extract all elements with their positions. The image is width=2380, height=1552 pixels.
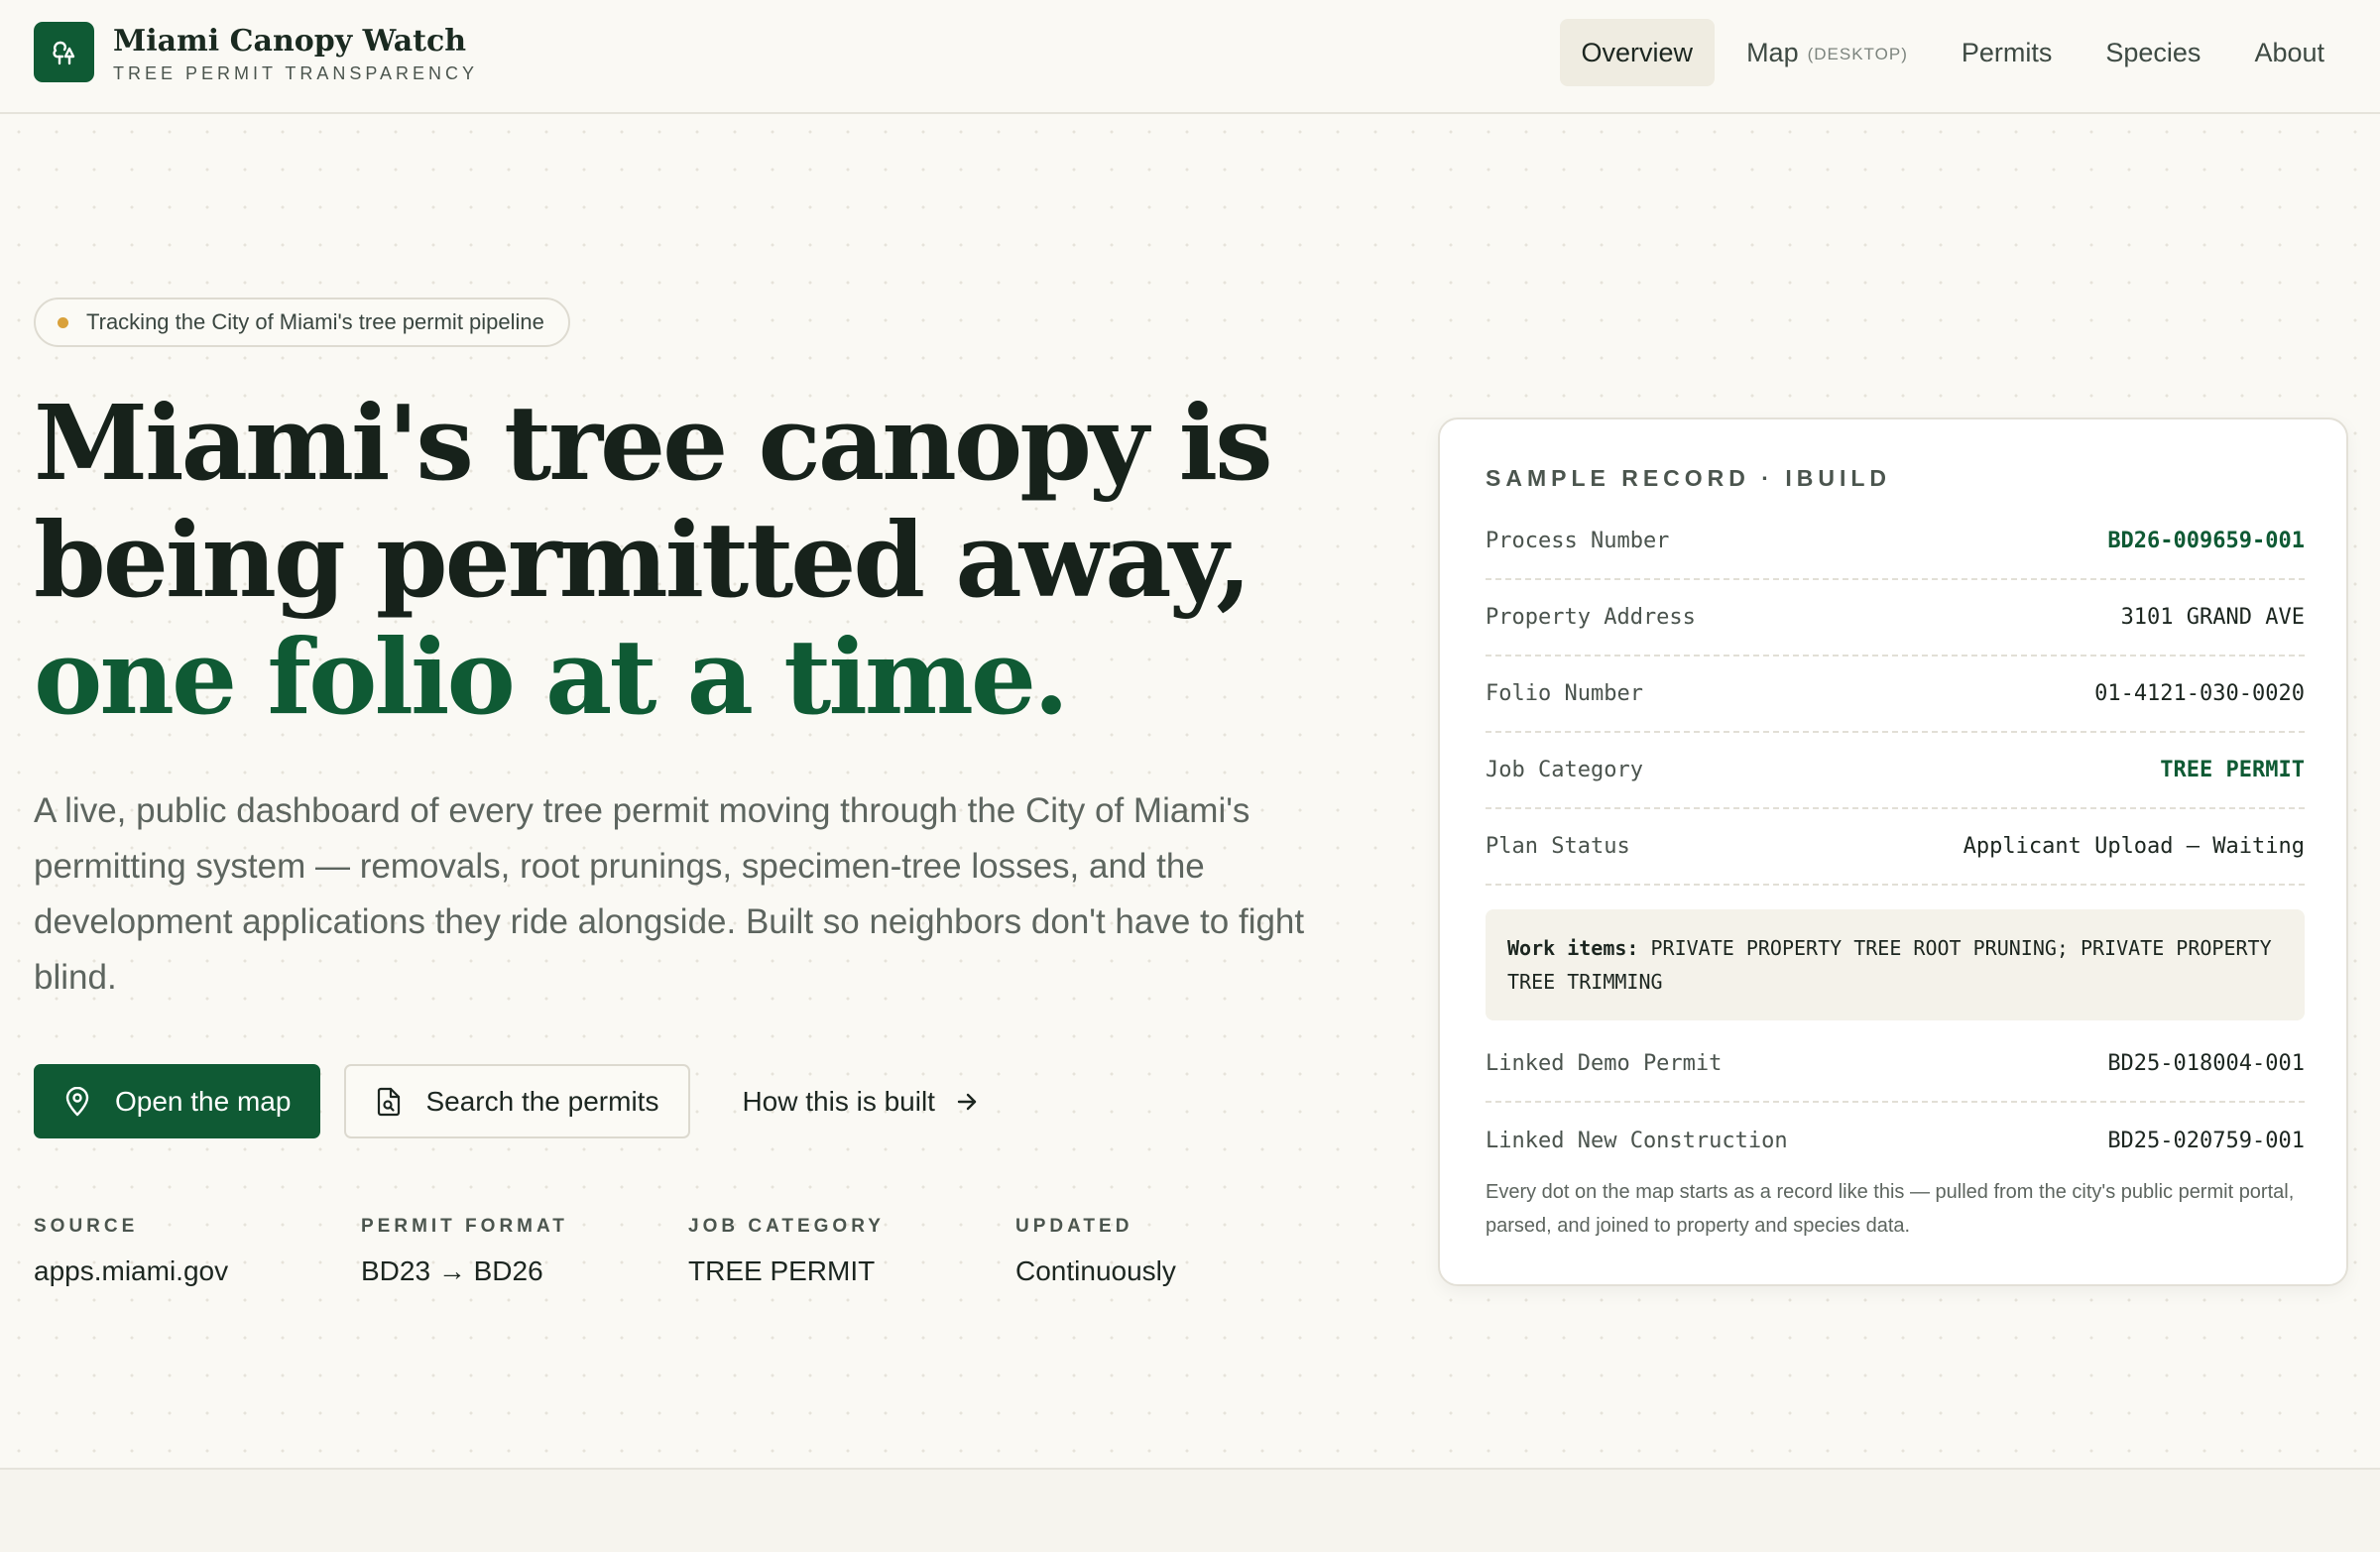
record-key: Linked Demo Permit — [1486, 1051, 1723, 1076]
stat-job-category: JOB CATEGORY TREE PERMIT — [688, 1216, 1015, 1287]
stat-value: apps.miami.gov — [34, 1255, 229, 1286]
map-pin-icon — [65, 1086, 89, 1116]
sample-record-card: SAMPLE RECORD · IBUILD Process Number BD… — [1438, 418, 2348, 1286]
stat-value: BD23 → BD26 — [361, 1255, 543, 1286]
record-row-linked-demo: Linked Demo Permit BD25-018004-001 — [1486, 1026, 2305, 1103]
headline-line-1: Miami's tree canopy is — [34, 382, 1273, 504]
nav-permits[interactable]: Permits — [1940, 19, 2075, 86]
record-row-linked-construction: Linked New Construction BD25-020759-001 — [1486, 1103, 2305, 1179]
stat-label: JOB CATEGORY — [688, 1216, 885, 1237]
record-key: Plan Status — [1486, 834, 1630, 859]
stat-label: PERMIT FORMAT — [361, 1216, 568, 1237]
nav-about[interactable]: About — [2232, 19, 2346, 86]
open-map-button[interactable]: Open the map — [34, 1064, 321, 1138]
pill-text: Tracking the City of Miami's tree permit… — [86, 309, 544, 334]
brand-title[interactable]: Miami Canopy Watch — [113, 24, 466, 59]
work-items-label: Work items: — [1507, 936, 1639, 960]
search-permits-button[interactable]: Search the permits — [344, 1064, 691, 1138]
page-headline: Miami's tree canopy is being permitted a… — [34, 385, 1363, 736]
how-built-label: How this is built — [742, 1085, 935, 1117]
record-value: Applicant Upload — Waiting — [1963, 834, 2305, 859]
stat-label: UPDATED — [1015, 1216, 1133, 1237]
record-key: Job Category — [1486, 758, 1643, 782]
record-row-process-number: Process Number BD26-009659-001 — [1486, 504, 2305, 580]
nav-overview-label: Overview — [1581, 37, 1694, 67]
tree-icon[interactable] — [34, 22, 94, 82]
status-dot-icon — [58, 316, 68, 328]
nav-species-label: Species — [2105, 37, 2202, 67]
site-header: Miami Canopy Watch TREE PERMIT TRANSPARE… — [0, 0, 2380, 114]
card-title: SAMPLE RECORD · IBUILD — [1486, 465, 1891, 491]
nav-map-label: Map — [1746, 37, 1799, 67]
record-row-job-category: Job Category TREE PERMIT — [1486, 733, 2305, 809]
next-section — [0, 1470, 2380, 1552]
nav-map[interactable]: Map (DESKTOP) — [1725, 19, 1930, 86]
nav-map-tag: (DESKTOP) — [1807, 45, 1908, 63]
record-key: Property Address — [1486, 605, 1696, 630]
arrow-right-icon — [957, 1093, 977, 1110]
nav-about-label: About — [2254, 37, 2324, 67]
main-nav: Overview Map (DESKTOP) Permits Species A… — [1550, 19, 2346, 86]
stat-source: SOURCE apps.miami.gov — [34, 1216, 361, 1287]
cta-row: Open the map Search the permits How this… — [34, 1064, 979, 1138]
record-value: TREE PERMIT — [2160, 758, 2305, 782]
nav-overview[interactable]: Overview — [1559, 19, 1716, 86]
nav-permits-label: Permits — [1961, 37, 2053, 67]
stat-label: SOURCE — [34, 1216, 139, 1237]
record-key: Linked New Construction — [1486, 1129, 1788, 1153]
headline-line-2: being permitted away, — [34, 499, 1251, 621]
stat-value: Continuously — [1015, 1255, 1176, 1286]
search-permits-label: Search the permits — [425, 1085, 659, 1117]
document-search-icon — [378, 1087, 401, 1116]
record-fields: Process Number BD26-009659-001 Property … — [1486, 504, 2305, 1179]
headline-highlight: one folio at a time. — [34, 616, 1069, 738]
record-row-plan-status: Plan Status Applicant Upload — Waiting — [1486, 809, 2305, 886]
work-items-box: Work items: PRIVATE PROPERTY TREE ROOT P… — [1486, 909, 2305, 1020]
record-value: 3101 GRAND AVE — [2120, 605, 2305, 630]
record-value: BD25-018004-001 — [2107, 1051, 2305, 1076]
tracking-pill: Tracking the City of Miami's tree permit… — [34, 298, 570, 347]
source-stats: SOURCE apps.miami.gov PERMIT FORMAT BD23… — [34, 1216, 1343, 1287]
hero-lede: A live, public dashboard of every tree p… — [34, 791, 1305, 997]
open-map-label: Open the map — [115, 1085, 292, 1117]
record-value: BD25-020759-001 — [2107, 1129, 2305, 1153]
nav-species[interactable]: Species — [2083, 19, 2222, 86]
card-footnote: Every dot on the map starts as a record … — [1486, 1181, 2295, 1237]
record-key: Process Number — [1486, 529, 1670, 553]
record-key: Folio Number — [1486, 681, 1643, 706]
record-value: 01-4121-030-0020 — [2094, 681, 2305, 706]
record-row-property-address: Property Address 3101 GRAND AVE — [1486, 580, 2305, 657]
record-value: BD26-009659-001 — [2107, 529, 2305, 553]
stat-value: TREE PERMIT — [688, 1255, 876, 1286]
how-built-link[interactable]: How this is built — [742, 1064, 979, 1138]
stat-updated: UPDATED Continuously — [1015, 1216, 1343, 1287]
brand-subtitle: TREE PERMIT TRANSPARENCY — [113, 63, 479, 83]
stat-permit-format: PERMIT FORMAT BD23 → BD26 — [361, 1216, 688, 1287]
record-row-folio-number: Folio Number 01-4121-030-0020 — [1486, 657, 2305, 733]
